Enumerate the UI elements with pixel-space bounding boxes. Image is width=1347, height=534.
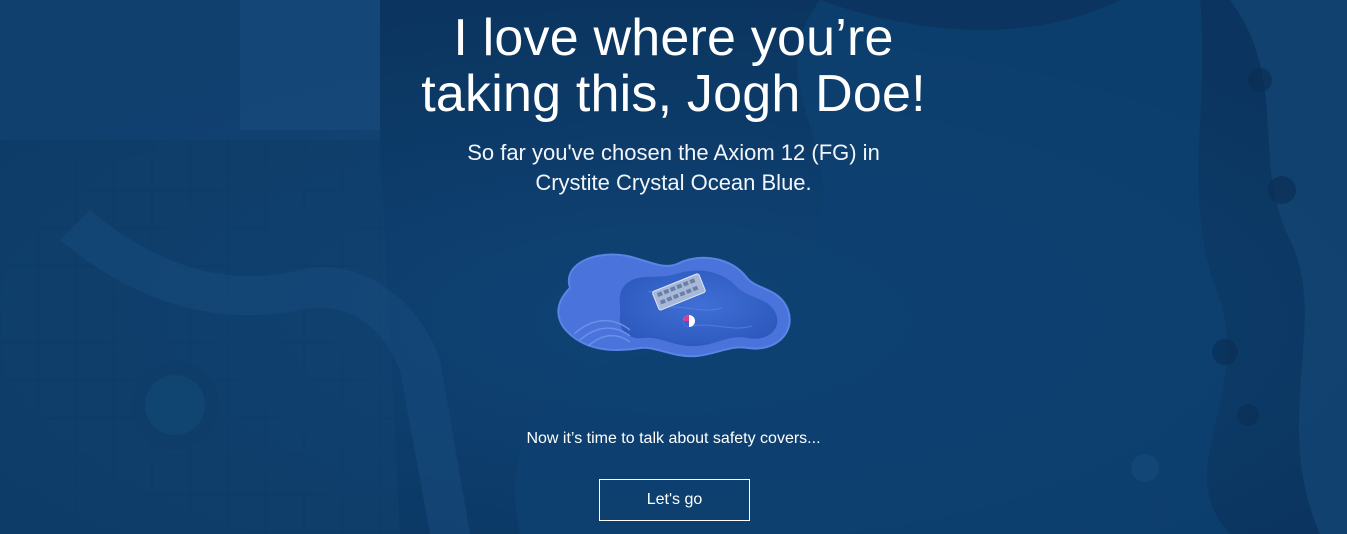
selection-summary: So far you've chosen the Axiom 12 (FG) i… — [0, 138, 1347, 198]
page-title-line-1: I love where you’re — [453, 9, 894, 67]
page-title: I love where you’re taking this, Jogh Do… — [0, 10, 1347, 122]
lets-go-button[interactable]: Let's go — [599, 479, 750, 521]
summary-screen: I love where you’re taking this, Jogh Do… — [0, 0, 1347, 534]
beach-ball-icon — [683, 315, 695, 327]
pool-shape-icon — [557, 253, 791, 358]
page-title-line-2: taking this, Jogh Doe! — [421, 65, 926, 123]
next-step-prompt: Now it’s time to talk about safety cover… — [526, 430, 821, 447]
selection-summary-line-1: So far you've chosen the Axiom 12 (FG) i… — [467, 140, 880, 165]
summary-content: I love where you’re taking this, Jogh Do… — [0, 0, 1347, 534]
selection-summary-line-2: Crystite Crystal Ocean Blue. — [535, 170, 812, 195]
